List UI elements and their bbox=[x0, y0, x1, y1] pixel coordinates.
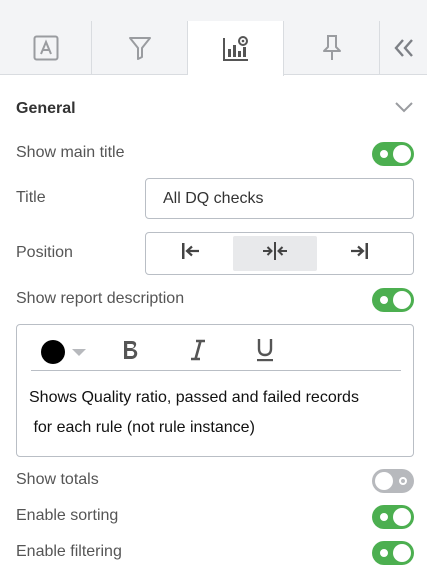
toggle-knob bbox=[393, 544, 411, 562]
tab-chart-settings[interactable] bbox=[188, 21, 284, 76]
toggle-on-indicator bbox=[380, 150, 388, 158]
chart-settings-icon bbox=[221, 35, 251, 63]
toggle-knob bbox=[393, 145, 411, 163]
show-totals-toggle[interactable] bbox=[372, 469, 414, 493]
toggle-on-indicator bbox=[380, 513, 388, 521]
toggle-on-indicator bbox=[380, 549, 388, 557]
section-title: General bbox=[16, 100, 76, 117]
bold-button[interactable] bbox=[121, 337, 141, 367]
underline-button[interactable] bbox=[255, 337, 275, 367]
position-segmented-control bbox=[145, 232, 414, 275]
double-chevron-left-icon bbox=[393, 38, 415, 58]
toggle-knob bbox=[375, 472, 393, 490]
italic-icon bbox=[189, 339, 207, 366]
toggle-knob bbox=[393, 291, 411, 309]
toggle-off-indicator bbox=[399, 477, 407, 485]
pin-icon bbox=[322, 34, 342, 62]
tab-text-format[interactable] bbox=[0, 21, 92, 75]
description-text[interactable]: Shows Quality ratio, passed and failed r… bbox=[29, 383, 407, 443]
title-label: Title bbox=[16, 189, 46, 206]
section-general-header[interactable]: General bbox=[16, 96, 414, 122]
align-center-icon bbox=[262, 241, 288, 266]
title-input[interactable] bbox=[145, 178, 414, 219]
enable-sorting-label: Enable sorting bbox=[16, 507, 119, 524]
tab-collapse[interactable] bbox=[380, 21, 427, 75]
toggle-on-indicator bbox=[380, 296, 388, 304]
editor-toolbar bbox=[31, 333, 401, 371]
description-editor[interactable]: Shows Quality ratio, passed and failed r… bbox=[16, 324, 414, 457]
show-main-title-toggle[interactable] bbox=[372, 142, 414, 166]
top-strip bbox=[0, 0, 427, 21]
position-label: Position bbox=[16, 244, 73, 261]
position-right-button[interactable] bbox=[317, 236, 401, 271]
italic-button[interactable] bbox=[189, 337, 207, 367]
text-color-picker[interactable] bbox=[41, 337, 86, 367]
description-line-1: Shows Quality ratio, passed and failed r… bbox=[29, 389, 359, 406]
toggle-knob bbox=[393, 508, 411, 526]
position-center-button[interactable] bbox=[233, 236, 317, 271]
filter-funnel-icon bbox=[128, 35, 152, 61]
show-report-description-label: Show report description bbox=[16, 290, 185, 307]
tab-bar bbox=[0, 21, 427, 76]
show-report-description-toggle[interactable] bbox=[372, 288, 414, 312]
caret-down-icon bbox=[72, 348, 86, 356]
enable-filtering-toggle[interactable] bbox=[372, 541, 414, 565]
text-box-icon bbox=[33, 35, 59, 61]
color-swatch bbox=[41, 340, 65, 364]
enable-filtering-label: Enable filtering bbox=[16, 543, 122, 560]
bold-icon bbox=[121, 339, 141, 366]
tab-pin[interactable] bbox=[284, 21, 380, 75]
description-line-2: for each rule (not rule instance) bbox=[29, 419, 255, 436]
chevron-down-icon[interactable] bbox=[394, 100, 414, 118]
align-right-icon bbox=[349, 242, 369, 265]
show-main-title-label: Show main title bbox=[16, 144, 125, 161]
show-totals-label: Show totals bbox=[16, 471, 99, 488]
align-left-icon bbox=[181, 242, 201, 265]
tab-filter[interactable] bbox=[92, 21, 188, 75]
enable-sorting-toggle[interactable] bbox=[372, 505, 414, 529]
underline-icon bbox=[255, 338, 275, 367]
position-left-button[interactable] bbox=[149, 236, 233, 271]
